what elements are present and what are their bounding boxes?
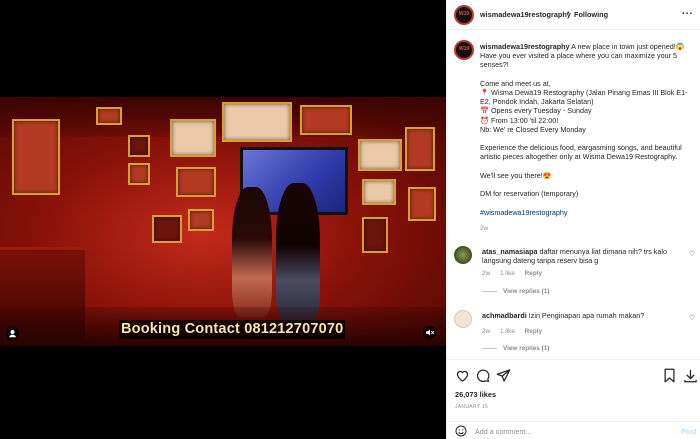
reply-button[interactable]: Reply bbox=[525, 328, 542, 335]
smiley-icon[interactable] bbox=[455, 425, 467, 437]
caption-text: A new place in town just opened!😱 Have y… bbox=[480, 42, 688, 199]
instagram-post-view: Booking Contact 081212707070 wismadewa19… bbox=[0, 0, 700, 439]
heart-icon[interactable] bbox=[455, 368, 470, 383]
share-icon[interactable] bbox=[496, 368, 511, 383]
avatar[interactable] bbox=[454, 5, 474, 25]
wall-frame bbox=[176, 167, 216, 197]
comment-username[interactable]: achmadbardi bbox=[482, 311, 527, 320]
post-caption: wismadewa19restography A new place in to… bbox=[447, 30, 700, 235]
avatar[interactable] bbox=[454, 246, 472, 264]
reply-button[interactable]: Reply bbox=[525, 270, 542, 277]
avatar[interactable] bbox=[454, 310, 472, 328]
booking-contact-overlay: Booking Contact 081212707070 bbox=[119, 320, 346, 339]
following-button[interactable]: Following bbox=[574, 10, 608, 19]
add-comment-bar: Add a comment... Post bbox=[447, 421, 700, 439]
comment-like-icon[interactable]: ♡ bbox=[689, 314, 695, 322]
wall-frame bbox=[408, 187, 436, 221]
person bbox=[276, 183, 320, 323]
wall-frame bbox=[188, 209, 214, 231]
comment-body: atas_namasiapa daftar menunya liat diman… bbox=[482, 247, 687, 265]
wall-frame bbox=[362, 217, 388, 253]
wall-frame bbox=[170, 119, 216, 157]
hashtag-link[interactable]: #wismadewa19restography bbox=[480, 208, 568, 217]
wall-frame bbox=[96, 107, 122, 125]
likes-count[interactable]: 26,073 likes bbox=[455, 390, 496, 399]
comment-meta: 2w 1 like Reply bbox=[482, 328, 550, 335]
post-side-panel: wismadewa19restography • Following ... w… bbox=[446, 0, 700, 439]
view-replies-button[interactable]: View replies (1) bbox=[482, 288, 549, 295]
caption-body: wismadewa19restography A new place in to… bbox=[480, 42, 695, 217]
avatar[interactable] bbox=[454, 40, 474, 60]
comment: achmadbardi Izin Penginapan apa rumah ma… bbox=[447, 310, 700, 366]
post-date[interactable]: JANUARY 15 bbox=[455, 404, 488, 410]
comment-username[interactable]: atas_namasiapa bbox=[482, 247, 538, 256]
tagged-users-button[interactable] bbox=[6, 327, 19, 340]
post-actions: 26,073 likes JANUARY 15 Add a comment...… bbox=[447, 359, 700, 439]
caption-timestamp[interactable]: 2w bbox=[480, 225, 488, 232]
comment-time[interactable]: 2w bbox=[482, 270, 490, 277]
comment: atas_namasiapa daftar menunya liat diman… bbox=[447, 246, 700, 302]
wall-frame bbox=[300, 105, 352, 135]
caption-username[interactable]: wismadewa19restography bbox=[480, 42, 569, 51]
separator-dot: • bbox=[567, 10, 570, 17]
view-replies-label: View replies (1) bbox=[503, 345, 550, 352]
mute-button[interactable] bbox=[423, 326, 436, 339]
more-options-icon[interactable]: ... bbox=[682, 6, 693, 17]
wall-frame bbox=[12, 119, 60, 195]
wall-frame bbox=[152, 215, 182, 243]
view-replies-button[interactable]: View replies (1) bbox=[482, 345, 549, 352]
add-comment-input[interactable]: Add a comment... bbox=[475, 427, 531, 436]
wall-frame bbox=[362, 179, 396, 205]
comment-body: achmadbardi Izin Penginapan apa rumah ma… bbox=[482, 311, 687, 320]
post-comment-button[interactable]: Post bbox=[681, 427, 697, 436]
comment-likes[interactable]: 1 like bbox=[500, 270, 515, 277]
bookmark-icon[interactable] bbox=[662, 368, 677, 383]
person bbox=[232, 187, 272, 317]
comment-icon[interactable] bbox=[475, 368, 490, 383]
user-icon bbox=[6, 327, 19, 340]
wall-frame bbox=[128, 163, 150, 185]
mute-icon bbox=[423, 326, 436, 339]
post-video[interactable] bbox=[0, 97, 446, 346]
comment-like-icon[interactable]: ♡ bbox=[689, 250, 695, 258]
divider bbox=[482, 290, 497, 292]
view-replies-label: View replies (1) bbox=[503, 288, 550, 295]
comment-meta: 2w 1 like Reply bbox=[482, 270, 550, 277]
comment-time[interactable]: 2w bbox=[482, 328, 490, 335]
comment-text: Izin Penginapan apa rumah makan? bbox=[528, 311, 645, 320]
wall-frame bbox=[358, 139, 402, 171]
header-username[interactable]: wismadewa19restography bbox=[480, 10, 571, 19]
download-icon[interactable] bbox=[683, 368, 698, 383]
post-header: wismadewa19restography • Following ... bbox=[447, 0, 700, 30]
post-media-panel[interactable]: Booking Contact 081212707070 bbox=[0, 0, 446, 439]
divider bbox=[482, 347, 497, 349]
comment-likes[interactable]: 1 like bbox=[500, 328, 515, 335]
wall-frame bbox=[405, 127, 435, 171]
wall-frame bbox=[222, 102, 292, 142]
wall-frame bbox=[128, 135, 150, 157]
